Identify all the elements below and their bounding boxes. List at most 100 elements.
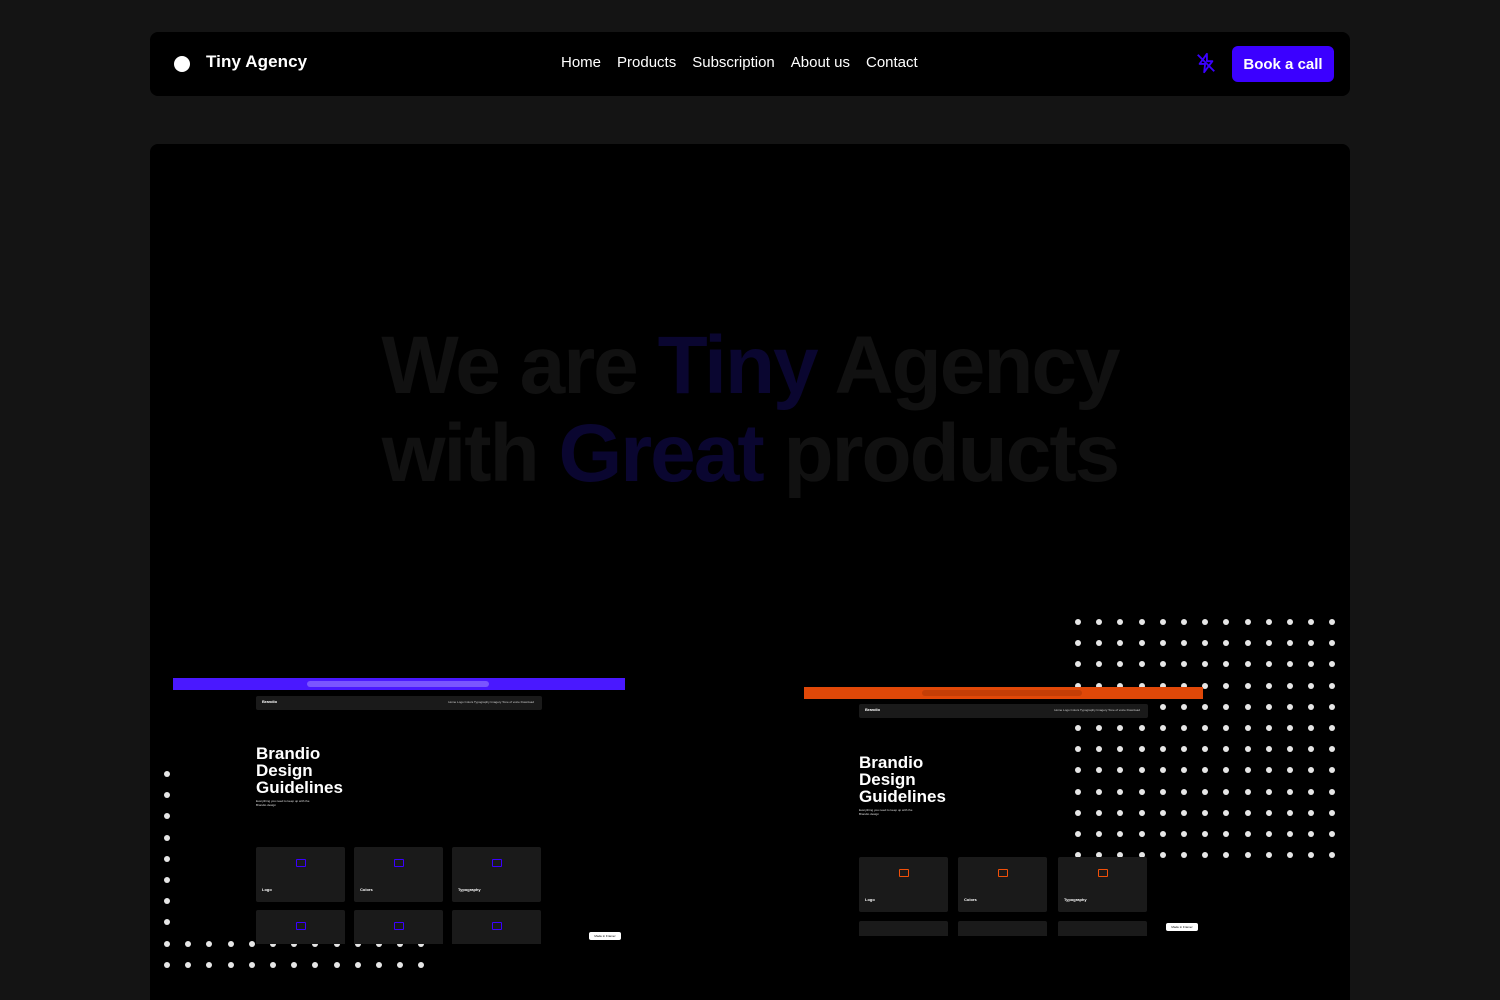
mock-title-line: Brandio <box>256 744 321 763</box>
mock-card <box>452 910 541 944</box>
dot <box>1223 640 1230 647</box>
dot <box>270 961 276 968</box>
dot <box>1202 619 1209 625</box>
dot <box>1265 788 1272 795</box>
dot <box>1265 661 1272 668</box>
dot <box>1287 619 1293 625</box>
headline-accent: Tiny <box>657 320 819 411</box>
dot <box>376 961 382 968</box>
dot <box>1287 725 1293 731</box>
dot <box>1159 619 1166 625</box>
dot <box>1223 725 1230 731</box>
mock-brand: Brandio <box>865 707 881 712</box>
dot <box>1308 746 1315 753</box>
dot <box>1308 640 1315 647</box>
mock-title: Brandio Design Guidelines <box>859 754 946 805</box>
brand-name[interactable]: Tiny Agency <box>206 52 307 72</box>
dot <box>1181 640 1187 647</box>
dot <box>1138 661 1145 668</box>
dot <box>1287 661 1293 668</box>
dot <box>1138 619 1145 625</box>
dot <box>1202 661 1209 668</box>
book-a-call-button[interactable]: Book a call <box>1232 46 1334 82</box>
dot <box>1308 703 1315 710</box>
dot <box>1329 661 1336 668</box>
dot <box>1329 725 1336 731</box>
mock-nav: Brandio Home Logo Colors Typography Imag… <box>859 704 1148 718</box>
dot <box>164 855 170 862</box>
headline-text: products <box>783 408 1120 499</box>
dot <box>164 919 170 926</box>
dot <box>1329 703 1336 710</box>
dot <box>1308 809 1315 816</box>
mock-card-colors: Colors <box>958 857 1047 912</box>
mock-subtitle: Everything you need to keep up with the … <box>859 808 913 816</box>
mock-card <box>958 921 1047 936</box>
dot <box>1181 619 1187 625</box>
headline-text: Agency <box>834 320 1120 411</box>
dot <box>1287 640 1293 647</box>
type-icon <box>491 859 502 867</box>
hero-headline: We are Tiny Agency with Great products <box>150 322 1350 498</box>
dot <box>291 961 298 968</box>
dot <box>1117 619 1124 625</box>
dot <box>1244 619 1251 625</box>
mock-card-typography: Typography <box>452 847 541 902</box>
flag-icon <box>393 922 404 930</box>
dot <box>1287 767 1293 774</box>
dot <box>1202 725 1209 731</box>
mock-nav-links: Home Logo Colors Typography Imagery Tone… <box>448 700 534 704</box>
dot <box>1308 682 1315 689</box>
dot <box>1265 767 1272 774</box>
framer-badge[interactable]: Made in Framer <box>1166 923 1198 931</box>
mock-card-label: Typography <box>1064 897 1087 902</box>
palette-icon <box>997 869 1008 877</box>
mock-card-colors: Colors <box>354 847 443 902</box>
headline-text: We are <box>381 320 638 411</box>
mock-title-line: Guidelines <box>859 787 946 806</box>
dot <box>1244 788 1251 795</box>
dot <box>1265 809 1272 816</box>
dot <box>1265 831 1272 837</box>
menu-item-subscription[interactable]: Subscription <box>692 54 775 71</box>
dot <box>227 961 234 968</box>
dot <box>1202 703 1209 710</box>
menu-item-products[interactable]: Products <box>617 54 676 71</box>
dot <box>1329 809 1336 816</box>
dot <box>333 961 340 968</box>
dot <box>1159 640 1166 647</box>
mock-nav-links: Home Logo Colors Typography Imagery Tone… <box>1054 708 1140 712</box>
menu-item-about-us[interactable]: About us <box>791 54 850 71</box>
framer-badge[interactable]: Made in Framer <box>589 932 621 940</box>
dot <box>1329 682 1336 689</box>
mock-card-label: Logo <box>865 897 875 902</box>
mock-title-line: Design <box>859 770 916 789</box>
circle-logo-icon[interactable] <box>174 56 190 72</box>
dot <box>1308 831 1315 837</box>
dot <box>1287 809 1293 816</box>
dot <box>354 961 361 968</box>
dot <box>1223 831 1230 837</box>
dot <box>1244 725 1251 731</box>
mock-subtitle: Everything you need to keep up with the … <box>256 799 310 807</box>
menu-item-home[interactable]: Home <box>561 54 601 71</box>
dot <box>1202 831 1209 837</box>
download-icon <box>491 922 502 930</box>
mock-title-line: Design <box>256 761 313 780</box>
dot <box>1329 788 1336 795</box>
hero-section: We are Tiny Agency with Great products B… <box>150 144 1350 1000</box>
mock-card-typography: Typography <box>1058 857 1147 912</box>
dot <box>1223 619 1230 625</box>
dot <box>1159 661 1166 668</box>
main-menu: Home Products Subscription About us Cont… <box>561 54 918 71</box>
dot <box>1075 640 1081 647</box>
bolt-off-icon[interactable] <box>1195 52 1217 74</box>
mock-title: Brandio Design Guidelines <box>256 745 343 796</box>
dot <box>1329 619 1336 625</box>
blue-site-mockup: Brandio Home Logo Colors Typography Imag… <box>173 678 625 944</box>
mock-card-label: Colors <box>360 887 373 892</box>
dot <box>1244 767 1251 774</box>
menu-item-contact[interactable]: Contact <box>866 54 918 71</box>
address-bar <box>922 690 1082 696</box>
dot <box>1244 661 1251 668</box>
